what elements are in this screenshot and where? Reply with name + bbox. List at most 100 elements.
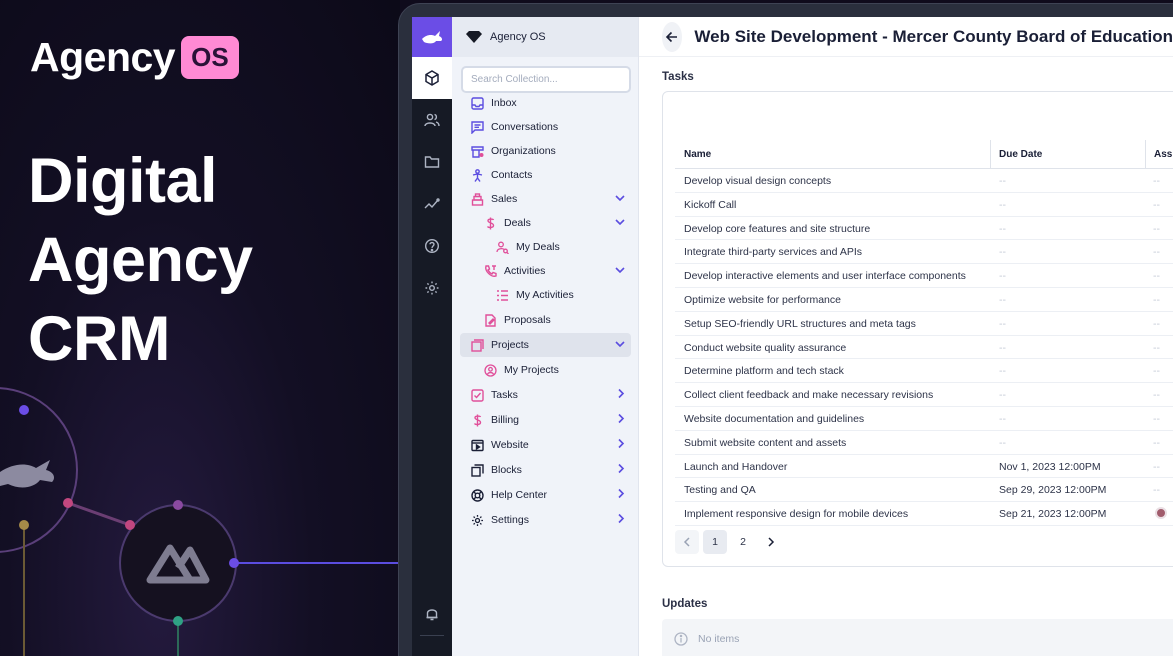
- promo-panel: Agency OS Digital Agency CRM: [0, 0, 400, 656]
- proposal-icon: [483, 313, 497, 327]
- headline-line-1: Digital: [28, 146, 218, 216]
- info-icon: [674, 632, 688, 646]
- sidebar-item-label: Settings: [491, 514, 529, 526]
- task-due-date: Sep 29, 2023 12:00PM: [999, 484, 1107, 497]
- brand-word: Agency: [30, 34, 176, 80]
- task-assignee: --: [1153, 460, 1160, 473]
- sidebar-item-blocks[interactable]: Blocks: [452, 458, 639, 482]
- table-row[interactable]: Launch and Handover Nov 1, 2023 12:00PM --: [675, 455, 1173, 479]
- sidebar-item-organizations[interactable]: Organizations: [452, 139, 639, 163]
- project-name: Agency OS: [490, 31, 546, 43]
- folder-icon[interactable]: [412, 141, 452, 183]
- my-projects-icon: [483, 363, 497, 377]
- table-row[interactable]: Website documentation and guidelines -- --: [675, 407, 1173, 431]
- sidebar-item-settings[interactable]: Settings: [452, 508, 639, 532]
- sidebar-item-my-deals[interactable]: My Deals: [452, 235, 639, 259]
- chevron-right-icon[interactable]: [618, 488, 625, 502]
- table-row[interactable]: Determine platform and tech stack -- --: [675, 359, 1173, 384]
- sidebar-item-website[interactable]: Website: [452, 433, 639, 457]
- column-resizer[interactable]: [990, 140, 991, 169]
- next-page-button[interactable]: [759, 530, 783, 554]
- table-row[interactable]: Develop visual design concepts -- --: [675, 169, 1173, 193]
- column-header-due-date[interactable]: Due Date: [999, 149, 1042, 160]
- task-due-date: --: [999, 246, 1006, 259]
- back-button[interactable]: [662, 21, 683, 52]
- chevron-right-icon[interactable]: [618, 413, 625, 427]
- task-due-date: --: [999, 341, 1006, 354]
- task-assignee: --: [1153, 436, 1160, 449]
- task-assignee: --: [1153, 270, 1160, 283]
- task-assignee: --: [1153, 389, 1160, 402]
- sidebar-item-help-center[interactable]: Help Center: [452, 483, 639, 507]
- sidebar-item-label: Website: [491, 439, 529, 451]
- sidebar-item-inbox[interactable]: Inbox: [452, 91, 639, 115]
- sidebar-item-billing[interactable]: Billing: [452, 408, 639, 432]
- search-input[interactable]: [461, 66, 631, 93]
- table-row[interactable]: Conduct website quality assurance -- --: [675, 336, 1173, 360]
- sidebar-item-proposals[interactable]: Proposals: [452, 308, 639, 332]
- sidebar-item-label: Billing: [491, 414, 520, 426]
- task-name: Collect client feedback and make necessa…: [684, 389, 934, 402]
- task-due-date: --: [999, 270, 1006, 283]
- sidebar-item-deals[interactable]: Deals: [452, 211, 639, 235]
- page-1-button[interactable]: 1: [703, 530, 727, 554]
- prev-page-button[interactable]: [675, 530, 699, 554]
- sidebar-item-projects[interactable]: Projects: [460, 333, 631, 357]
- table-row[interactable]: Kickoff Call -- --: [675, 193, 1173, 217]
- chevron-right-icon[interactable]: [618, 513, 625, 527]
- avatar[interactable]: [1155, 507, 1167, 520]
- table-row[interactable]: Setup SEO-friendly URL structures and me…: [675, 312, 1173, 336]
- sidebar-item-contacts[interactable]: Contacts: [452, 163, 639, 187]
- projects-icon: [470, 338, 484, 352]
- bell-icon[interactable]: [412, 593, 452, 635]
- sidebar-item-conversations[interactable]: Conversations: [452, 115, 639, 139]
- rabbit-logo-icon[interactable]: [412, 17, 452, 57]
- chevron-down-icon[interactable]: [615, 193, 625, 205]
- table-row[interactable]: Submit website content and assets -- --: [675, 431, 1173, 455]
- chevron-right-icon[interactable]: [618, 463, 625, 477]
- box-icon[interactable]: [412, 57, 452, 99]
- tasks-icon: [470, 388, 484, 402]
- help-icon[interactable]: [412, 225, 452, 267]
- chevron-down-icon[interactable]: [615, 265, 625, 277]
- column-resizer[interactable]: [1145, 140, 1146, 169]
- table-row[interactable]: Testing and QA Sep 29, 2023 12:00PM --: [675, 478, 1173, 503]
- task-due-date: --: [999, 389, 1006, 402]
- table-row[interactable]: Develop interactive elements and user in…: [675, 264, 1173, 288]
- task-name: Integrate third-party services and APIs: [684, 246, 863, 259]
- sidebar-item-activities[interactable]: Activities: [452, 259, 639, 283]
- project-header[interactable]: Agency OS: [452, 17, 638, 57]
- settings-icon[interactable]: [412, 267, 452, 309]
- tasks-section-label: Tasks: [662, 71, 694, 83]
- table-row[interactable]: Collect client feedback and make necessa…: [675, 383, 1173, 407]
- sidebar-item-label: Sales: [491, 193, 518, 205]
- page-2-button[interactable]: 2: [731, 530, 755, 554]
- users-icon[interactable]: [412, 99, 452, 141]
- table-row[interactable]: Integrate third-party services and APIs -…: [675, 240, 1173, 265]
- task-assignee: --: [1153, 365, 1160, 378]
- contact-icon: [470, 168, 484, 182]
- table-row[interactable]: Implement responsive design for mobile d…: [675, 502, 1173, 526]
- dollar-icon: [483, 216, 497, 230]
- chevron-down-icon[interactable]: [615, 217, 625, 229]
- sidebar-item-tasks[interactable]: Tasks: [452, 383, 639, 407]
- column-header-assignee[interactable]: Ass: [1154, 149, 1172, 160]
- rabbit-icon: [0, 460, 54, 488]
- table-row[interactable]: Develop core features and site structure…: [675, 217, 1173, 241]
- sidebar-item-sales[interactable]: Sales: [452, 187, 639, 211]
- table-row[interactable]: Optimize website for performance -- --: [675, 288, 1173, 312]
- task-assignee: --: [1153, 341, 1160, 354]
- chevron-down-icon[interactable]: [615, 339, 625, 351]
- chevron-right-icon[interactable]: [618, 388, 625, 402]
- task-name: Implement responsive design for mobile d…: [684, 508, 909, 521]
- task-name: Determine platform and tech stack: [684, 365, 844, 378]
- sidebar-item-my-projects[interactable]: My Projects: [452, 358, 639, 382]
- insights-icon[interactable]: [412, 183, 452, 225]
- chevron-right-icon[interactable]: [618, 438, 625, 452]
- headline-line-3: CRM: [28, 304, 170, 374]
- website-icon: [470, 438, 484, 452]
- column-header-name[interactable]: Name: [684, 149, 711, 160]
- task-due-date: --: [999, 198, 1006, 211]
- sidebar-item-my-activities[interactable]: My Activities: [452, 283, 639, 307]
- settings-icon: [470, 513, 484, 527]
